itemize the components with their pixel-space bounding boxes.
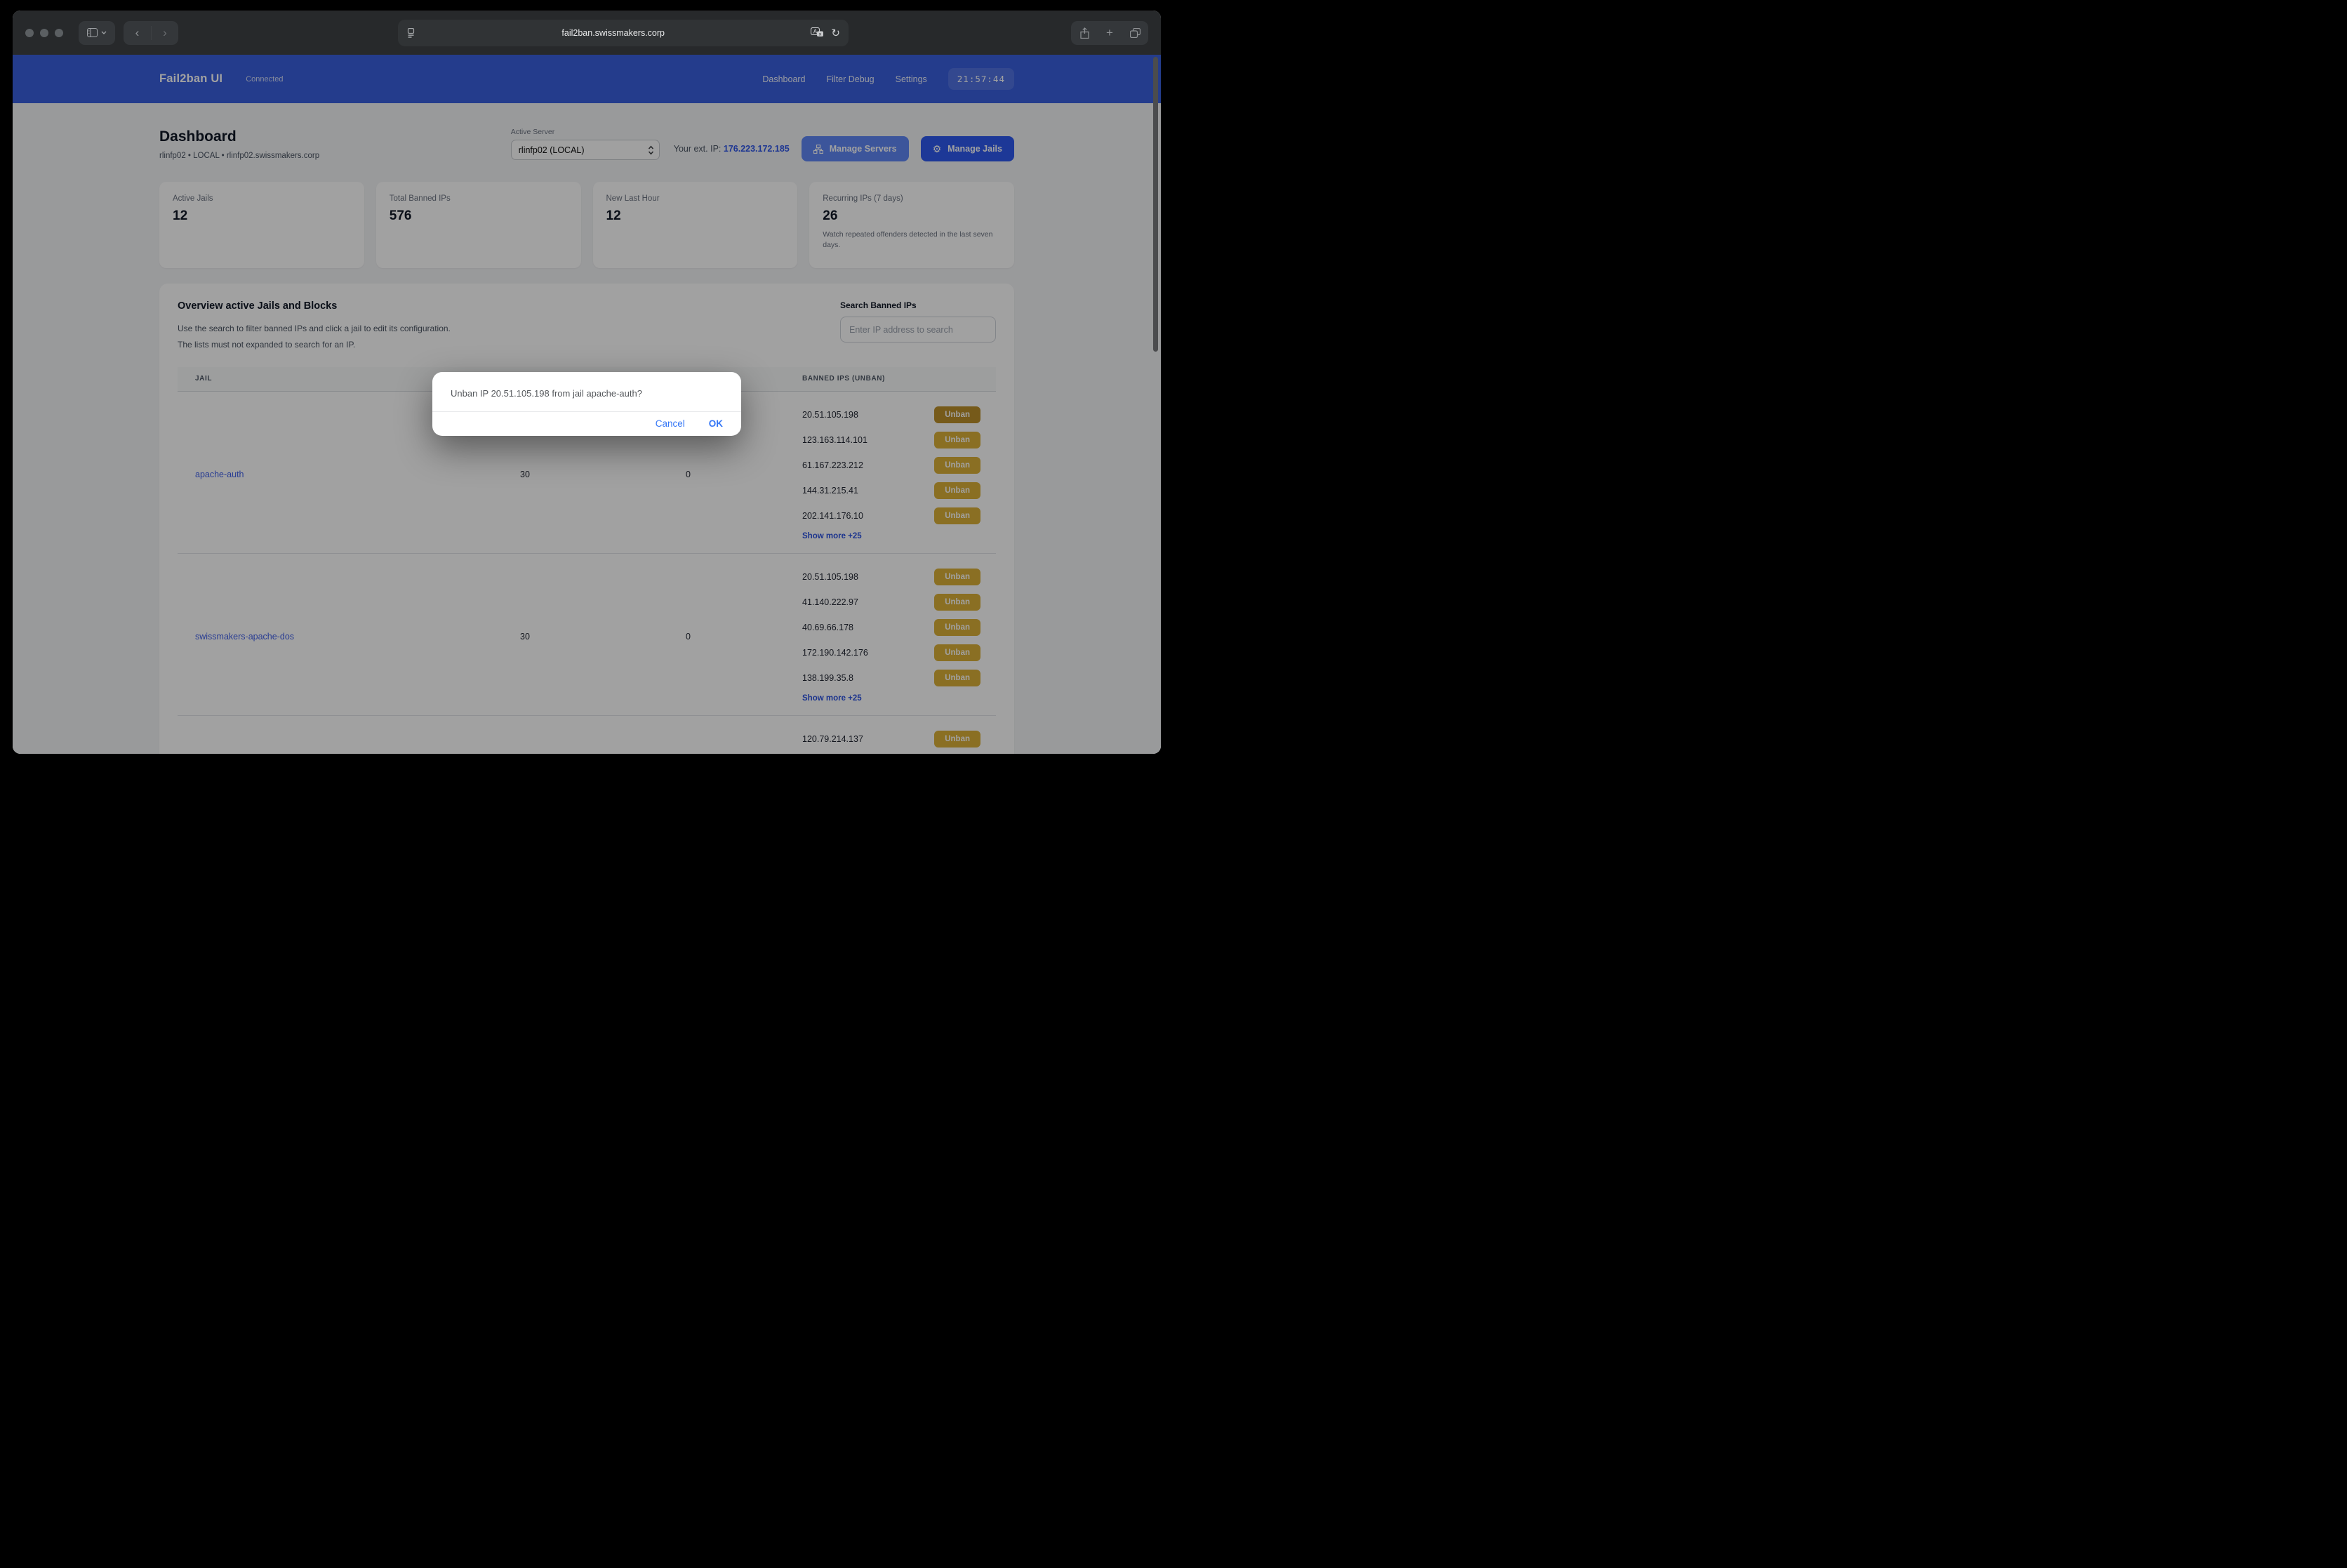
translate-icon[interactable]: Ax xyxy=(811,27,824,38)
svg-text:x: x xyxy=(819,31,822,36)
forward-button[interactable]: › xyxy=(151,26,178,40)
url-text: fail2ban.swissmakers.corp xyxy=(415,28,811,38)
confirm-dialog: Unban IP 20.51.105.198 from jail apache-… xyxy=(432,372,741,436)
cancel-button[interactable]: Cancel xyxy=(656,418,685,429)
address-bar[interactable]: fail2ban.swissmakers.corp Ax ↻ xyxy=(398,20,849,46)
reload-icon[interactable]: ↻ xyxy=(831,27,840,39)
browser-toolbar: ‹ › fail2ban.swissmakers.corp Ax ↻ + xyxy=(13,11,1161,55)
sidebar-toggle-button[interactable] xyxy=(79,21,115,45)
svg-text:A: A xyxy=(813,28,818,34)
minimize-button[interactable] xyxy=(40,29,48,37)
new-tab-button[interactable]: + xyxy=(1097,26,1122,40)
chevron-down-icon xyxy=(101,31,107,34)
tab-overview-button[interactable] xyxy=(1122,28,1148,38)
history-nav: ‹ › xyxy=(124,21,178,45)
dialog-message: Unban IP 20.51.105.198 from jail apache-… xyxy=(432,372,741,411)
sidebar-icon xyxy=(87,28,98,37)
traffic-lights xyxy=(25,29,63,37)
tabs-icon xyxy=(1130,28,1141,38)
share-button[interactable] xyxy=(1072,27,1097,39)
zoom-button[interactable] xyxy=(55,29,63,37)
close-button[interactable] xyxy=(25,29,34,37)
ok-button[interactable]: OK xyxy=(709,418,723,429)
toolbar-right-group: + xyxy=(1071,21,1148,45)
share-icon xyxy=(1080,27,1089,39)
url-bar-area: fail2ban.swissmakers.corp Ax ↻ xyxy=(187,20,1060,46)
reader-icon[interactable] xyxy=(406,28,415,38)
back-button[interactable]: ‹ xyxy=(124,26,151,40)
browser-window: ‹ › fail2ban.swissmakers.corp Ax ↻ + xyxy=(13,11,1161,754)
web-content: Fail2ban UI Connected Dashboard Filter D… xyxy=(13,55,1161,754)
